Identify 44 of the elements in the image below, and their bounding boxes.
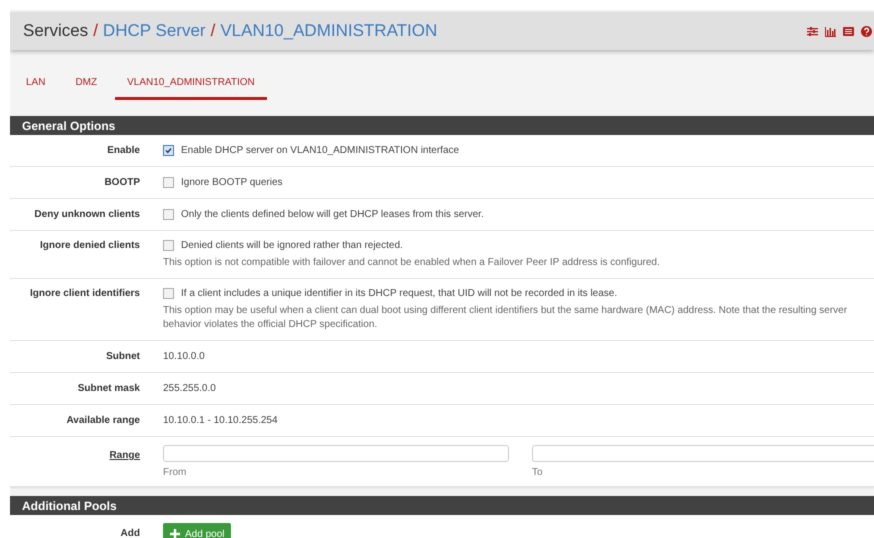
- input-field[interactable]: [532, 445, 874, 462]
- tab[interactable]: LAN: [14, 68, 58, 100]
- field-label: BOOTP: [103, 176, 140, 189]
- checkbox[interactable]: [163, 288, 174, 299]
- breadcrumb-link[interactable]: DHCP Server: [102, 21, 206, 41]
- help-icon[interactable]: [861, 26, 872, 36]
- breadcrumb-separator: /: [93, 21, 98, 41]
- input-field[interactable]: [163, 445, 509, 462]
- field-label: Deny unknown clients: [33, 208, 140, 221]
- help-text: This option may be useful when a client can dual boot using different client identifiers but the same hardware (MAC) address. Note that the resulting server behavior violates the official DHCP specification.: [163, 304, 848, 332]
- tab[interactable]: DMZ: [63, 68, 110, 100]
- checkbox-label: Only the clients defined below will get DHCP leases from this server.: [181, 208, 484, 221]
- checkbox[interactable]: [163, 177, 174, 188]
- field-label: Subnet: [105, 350, 140, 363]
- value-text: 255.255.0.0: [163, 382, 217, 395]
- breadcrumb-text: Services: [23, 21, 88, 41]
- sliders-icon[interactable]: [807, 26, 818, 36]
- field-label: Ignore denied clients: [38, 239, 140, 252]
- breadcrumb-separator: /: [210, 21, 216, 41]
- checkbox-label: If a client includes a unique identifier in its DHCP request, that UID will not be recorded in its lease.: [181, 287, 618, 300]
- field-label: Range: [108, 449, 140, 462]
- section-heading: General Options: [10, 116, 874, 135]
- value-text: 10.10.0.0: [163, 350, 206, 363]
- field-label: Subnet mask: [76, 382, 140, 395]
- breadcrumb-link[interactable]: VLAN10_ADMINISTRATION: [220, 21, 438, 41]
- plus-icon: [170, 529, 180, 538]
- checkbox-label: Ignore BOOTP queries: [181, 176, 283, 189]
- checkbox-label: Denied clients will be ignored rather than rejected.: [181, 239, 403, 252]
- field-label: Enable: [106, 144, 140, 157]
- field-hint: To: [532, 467, 544, 478]
- value-text: 10.10.0.1 - 10.10.255.254: [163, 414, 279, 427]
- checkbox-label: Enable DHCP server on VLAN10_ADMINISTRATION interface: [181, 144, 460, 157]
- checkbox[interactable]: [163, 145, 174, 156]
- bar-chart-icon[interactable]: [825, 26, 836, 36]
- field-hint: From: [163, 467, 188, 478]
- field-label: Ignore client identifiers: [28, 287, 140, 300]
- checkbox[interactable]: [163, 240, 174, 251]
- section-heading: Additional Pools: [10, 496, 874, 515]
- tab[interactable]: VLAN10_ADMINISTRATION: [115, 68, 267, 100]
- field-label: Available range: [65, 414, 140, 427]
- list-icon[interactable]: [843, 26, 854, 36]
- checkbox[interactable]: [163, 209, 174, 220]
- help-text: This option is not compatible with failover and cannot be enabled when a Failover Peer IP address is configured.: [163, 256, 661, 270]
- field-label: Add: [120, 527, 140, 538]
